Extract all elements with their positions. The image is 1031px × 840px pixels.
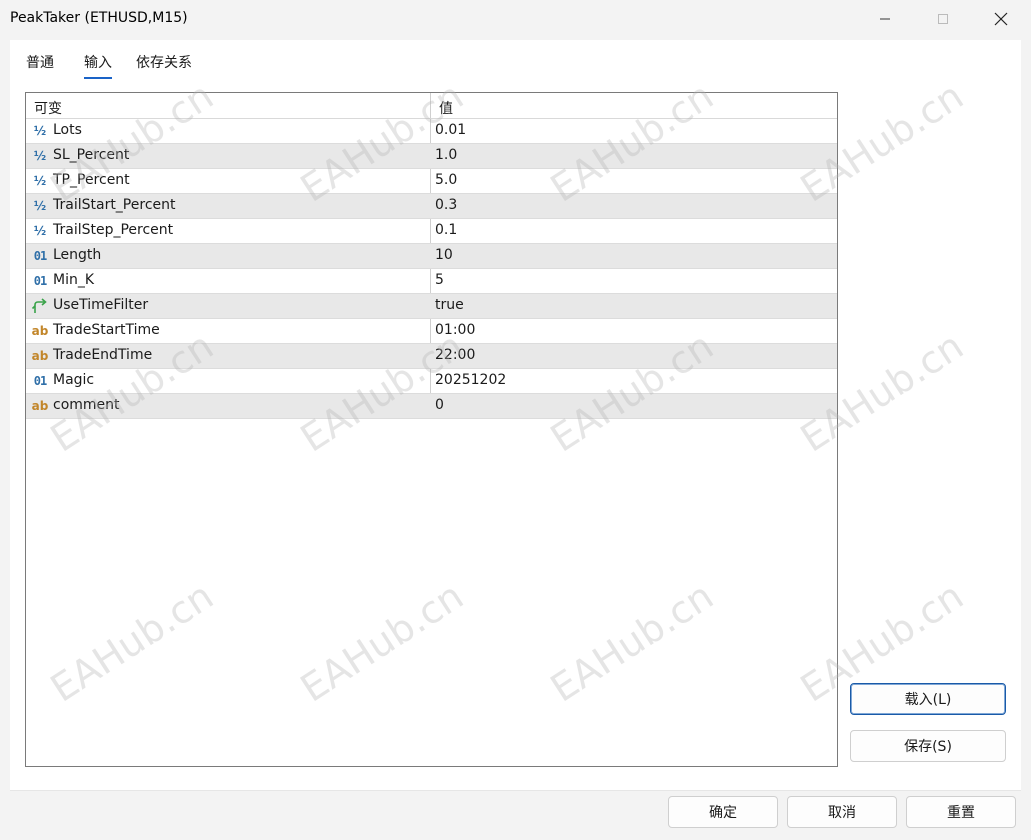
param-name: TP_Percent bbox=[53, 172, 130, 188]
maximize-icon bbox=[938, 14, 948, 24]
ok-button[interactable]: 确定 bbox=[668, 796, 778, 828]
param-value[interactable]: 0 bbox=[435, 397, 444, 413]
param-value[interactable]: 20251202 bbox=[435, 372, 506, 388]
dialog-panel: 普通 输入 依存关系 可变 值 ½ Lots 0.01 ½ SL_Percent 1.0 ½… bbox=[10, 40, 1021, 791]
param-value[interactable]: 0.01 bbox=[435, 122, 466, 138]
tab-dependencies[interactable]: 依存关系 bbox=[136, 52, 192, 72]
grid-header: 可变 值 bbox=[26, 93, 837, 119]
param-name: Lots bbox=[53, 122, 82, 138]
string-icon: ab bbox=[31, 324, 49, 338]
save-button[interactable]: 保存(S) bbox=[850, 730, 1006, 762]
grid-rows: ½ Lots 0.01 ½ SL_Percent 1.0 ½ TP_Percent 5.0 ½ Tr… bbox=[26, 119, 837, 419]
table-row[interactable]: ½ Lots 0.01 bbox=[26, 119, 837, 144]
table-row[interactable]: 01 Length 10 bbox=[26, 244, 837, 269]
close-icon bbox=[994, 12, 1008, 26]
maximize-button[interactable] bbox=[914, 0, 972, 38]
inputs-grid: 可变 值 ½ Lots 0.01 ½ SL_Percent 1.0 ½ TP_Percent 5… bbox=[25, 92, 838, 767]
reset-button[interactable]: 重置 bbox=[906, 796, 1016, 828]
table-row[interactable]: UseTimeFilter true bbox=[26, 294, 837, 319]
param-name: TrailStart_Percent bbox=[53, 197, 176, 213]
param-name: TradeEndTime bbox=[53, 347, 153, 363]
param-value[interactable]: true bbox=[435, 297, 464, 313]
table-row[interactable]: ½ TP_Percent 5.0 bbox=[26, 169, 837, 194]
fraction-icon: ½ bbox=[33, 199, 47, 213]
cancel-button[interactable]: 取消 bbox=[787, 796, 897, 828]
param-name: TrailStep_Percent bbox=[53, 222, 174, 238]
param-value[interactable]: 0.1 bbox=[435, 222, 457, 238]
header-variable[interactable]: 可变 bbox=[34, 98, 62, 118]
window-title: PeakTaker (ETHUSD,M15) bbox=[10, 10, 188, 26]
param-name: Min_K bbox=[53, 272, 95, 288]
fraction-icon: ½ bbox=[33, 174, 47, 188]
param-name: comment bbox=[53, 397, 120, 413]
param-name: Magic bbox=[53, 372, 95, 388]
param-name: UseTimeFilter bbox=[53, 297, 149, 313]
fraction-icon: ½ bbox=[33, 149, 47, 163]
table-row[interactable]: 01 Magic 20251202 bbox=[26, 369, 837, 394]
param-value[interactable]: 01:00 bbox=[435, 322, 475, 338]
param-name: TradeStartTime bbox=[53, 322, 160, 338]
table-row[interactable]: ½ SL_Percent 1.0 bbox=[26, 144, 837, 169]
param-value[interactable]: 1.0 bbox=[435, 147, 457, 163]
table-row[interactable]: 01 Min_K 5 bbox=[26, 269, 837, 294]
header-value[interactable]: 值 bbox=[439, 98, 453, 118]
fraction-icon: ½ bbox=[33, 124, 47, 138]
param-name: SL_Percent bbox=[53, 147, 130, 163]
fraction-icon: ½ bbox=[33, 224, 47, 238]
param-value[interactable]: 5.0 bbox=[435, 172, 457, 188]
param-name: Length bbox=[53, 247, 102, 263]
integer-icon: 01 bbox=[33, 374, 47, 388]
table-row[interactable]: ½ TrailStep_Percent 0.1 bbox=[26, 219, 837, 244]
table-row[interactable]: ab TradeStartTime 01:00 bbox=[26, 319, 837, 344]
string-icon: ab bbox=[31, 399, 49, 413]
tab-general[interactable]: 普通 bbox=[26, 52, 54, 72]
integer-icon: 01 bbox=[33, 249, 47, 263]
param-value[interactable]: 5 bbox=[435, 272, 444, 288]
minimize-button[interactable] bbox=[856, 0, 914, 38]
param-value[interactable]: 0.3 bbox=[435, 197, 457, 213]
table-row[interactable]: ½ TrailStart_Percent 0.3 bbox=[26, 194, 837, 219]
load-button[interactable]: 载入(L) bbox=[850, 683, 1006, 715]
title-bar: PeakTaker (ETHUSD,M15) bbox=[0, 0, 1031, 40]
close-button[interactable] bbox=[972, 0, 1030, 38]
boolean-icon bbox=[30, 297, 50, 315]
integer-icon: 01 bbox=[33, 274, 47, 288]
string-icon: ab bbox=[31, 349, 49, 363]
table-row[interactable]: ab comment 0 bbox=[26, 394, 837, 419]
table-row[interactable]: ab TradeEndTime 22:00 bbox=[26, 344, 837, 369]
param-value[interactable]: 10 bbox=[435, 247, 453, 263]
tab-inputs[interactable]: 输入 bbox=[84, 52, 112, 79]
param-value[interactable]: 22:00 bbox=[435, 347, 475, 363]
minimize-icon bbox=[880, 18, 890, 20]
